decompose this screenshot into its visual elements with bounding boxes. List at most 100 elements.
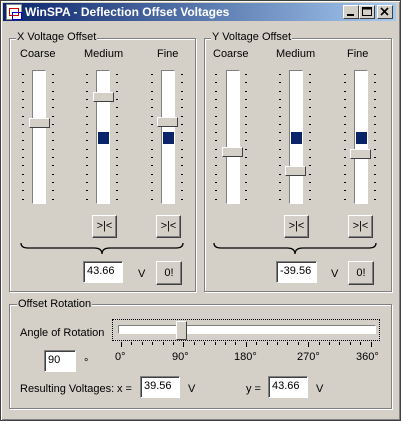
window-title: WinSPA - Deflection Offset Voltages: [25, 5, 230, 19]
slider-tick-mark: [52, 107, 54, 109]
maximize-button[interactable]: [359, 5, 375, 19]
slider-tick-mark: [309, 98, 311, 100]
angle-value-field[interactable]: 90: [44, 350, 76, 372]
slider-tick-mark: [151, 198, 153, 200]
slider-tick-mark: [374, 107, 376, 109]
y-medium-slider-focus-mark: [291, 132, 302, 144]
slider-tick-mark: [86, 181, 88, 183]
slider-tick-mark: [22, 165, 24, 167]
slider-tick-mark: [22, 74, 24, 75]
slider-tick-mark: [309, 165, 311, 167]
slider-tick-mark: [52, 123, 54, 125]
y-coarse-slider-track[interactable]: [226, 70, 240, 204]
angle-tick-mark: [173, 342, 174, 345]
slider-tick-mark: [22, 148, 24, 150]
slider-tick-mark: [52, 157, 54, 158]
angle-slider-thumb[interactable]: [176, 321, 187, 340]
slider-tick-mark: [374, 198, 376, 200]
x-medium-slider-thumb[interactable]: [93, 92, 114, 102]
close-button[interactable]: [377, 5, 393, 19]
angle-tick-mark: [121, 342, 122, 347]
y-offset-value-field[interactable]: -39.56: [276, 261, 317, 283]
slider-tick-mark: [151, 157, 153, 158]
x-medium-center-button[interactable]: >|<: [92, 215, 117, 238]
maximize-icon: [362, 7, 372, 16]
angle-tick-mark: [141, 342, 143, 345]
y-coarse-slider-thumb[interactable]: [222, 147, 243, 157]
y-medium-center-button[interactable]: >|<: [284, 215, 309, 238]
x-fine-slider-thumb[interactable]: [157, 117, 178, 127]
slider-tick-mark: [151, 115, 153, 117]
slider-tick-mark: [215, 190, 217, 192]
slider-tick-mark: [344, 198, 346, 200]
result-y-field[interactable]: 43.66: [268, 376, 308, 398]
y-zero-button[interactable]: 0!: [348, 261, 374, 285]
slider-tick-mark: [86, 123, 88, 125]
x-zero-button[interactable]: 0!: [156, 261, 182, 285]
y-medium-label: Medium: [276, 48, 316, 60]
slider-tick-mark: [374, 90, 376, 92]
slider-tick-mark: [309, 90, 311, 92]
y-fine-slider-thumb[interactable]: [350, 149, 371, 159]
slider-tick-mark: [52, 140, 54, 142]
slider-tick-mark: [215, 157, 217, 158]
y-fine-center-button[interactable]: >|<: [348, 215, 373, 238]
slider-tick-mark: [86, 198, 88, 200]
slider-tick-mark: [151, 181, 153, 183]
slider-tick-mark: [116, 190, 118, 192]
y-medium-slider-thumb[interactable]: [285, 166, 306, 176]
result-x-unit: V: [188, 383, 196, 395]
slider-tick-mark: [22, 181, 24, 183]
angle-tick-mark: [287, 342, 289, 345]
slider-tick-mark: [151, 82, 153, 84]
slider-tick-mark: [181, 165, 183, 167]
slider-tick-mark: [52, 173, 54, 175]
slider-tick-mark: [309, 140, 311, 142]
angle-tick-mark: [266, 342, 268, 345]
app-icon: [6, 4, 22, 20]
minimize-button[interactable]: [343, 5, 359, 19]
x-fine-center-button[interactable]: >|<: [156, 215, 181, 238]
slider-tick-mark: [52, 165, 54, 167]
slider-tick-mark: [181, 90, 183, 92]
slider-tick-mark: [215, 198, 217, 200]
x-medium-slider-focus-mark: [98, 132, 109, 144]
result-x-field[interactable]: 39.56: [140, 376, 180, 398]
slider-tick-mark: [309, 115, 311, 117]
slider-tick-mark: [86, 115, 88, 117]
slider-tick-mark: [245, 140, 247, 142]
slider-tick-mark: [344, 74, 346, 75]
slider-tick-mark: [116, 98, 118, 100]
y-fine-label: Fine: [347, 48, 369, 60]
angle-tick-mark: [193, 342, 195, 345]
y-brace-icon: [213, 242, 377, 255]
slider-tick-mark: [374, 82, 376, 84]
slider-tick-mark: [22, 157, 24, 158]
slider-tick-mark: [344, 173, 346, 175]
slider-tick-mark: [86, 173, 88, 175]
slider-tick-mark: [52, 148, 54, 150]
angle-tick-mark: [329, 342, 330, 345]
slider-tick-mark: [279, 74, 281, 75]
slider-tick-mark: [215, 173, 217, 175]
slider-tick-mark: [309, 74, 311, 75]
slider-tick-mark: [245, 107, 247, 109]
angle-tick-mark: [297, 342, 299, 345]
slider-tick-mark: [116, 173, 118, 175]
title-bar[interactable]: WinSPA - Deflection Offset Voltages: [3, 3, 396, 21]
slider-tick-mark: [86, 148, 88, 150]
angle-tick-mark: [256, 342, 258, 345]
x-coarse-slider-thumb[interactable]: [29, 118, 50, 128]
x-coarse-slider-track[interactable]: [32, 70, 46, 204]
slider-tick-mark: [181, 98, 183, 100]
slider-tick-mark: [215, 140, 217, 142]
slider-tick-mark: [279, 157, 281, 158]
slider-tick-mark: [279, 173, 281, 175]
slider-tick-mark: [86, 82, 88, 84]
x-offset-value-field[interactable]: 43.66: [83, 261, 123, 283]
slider-tick-mark: [151, 148, 153, 150]
angle-tick-mark: [131, 342, 133, 345]
slider-tick-mark: [279, 181, 281, 183]
angle-slider-track[interactable]: [118, 325, 376, 334]
slider-tick-mark: [116, 107, 118, 109]
